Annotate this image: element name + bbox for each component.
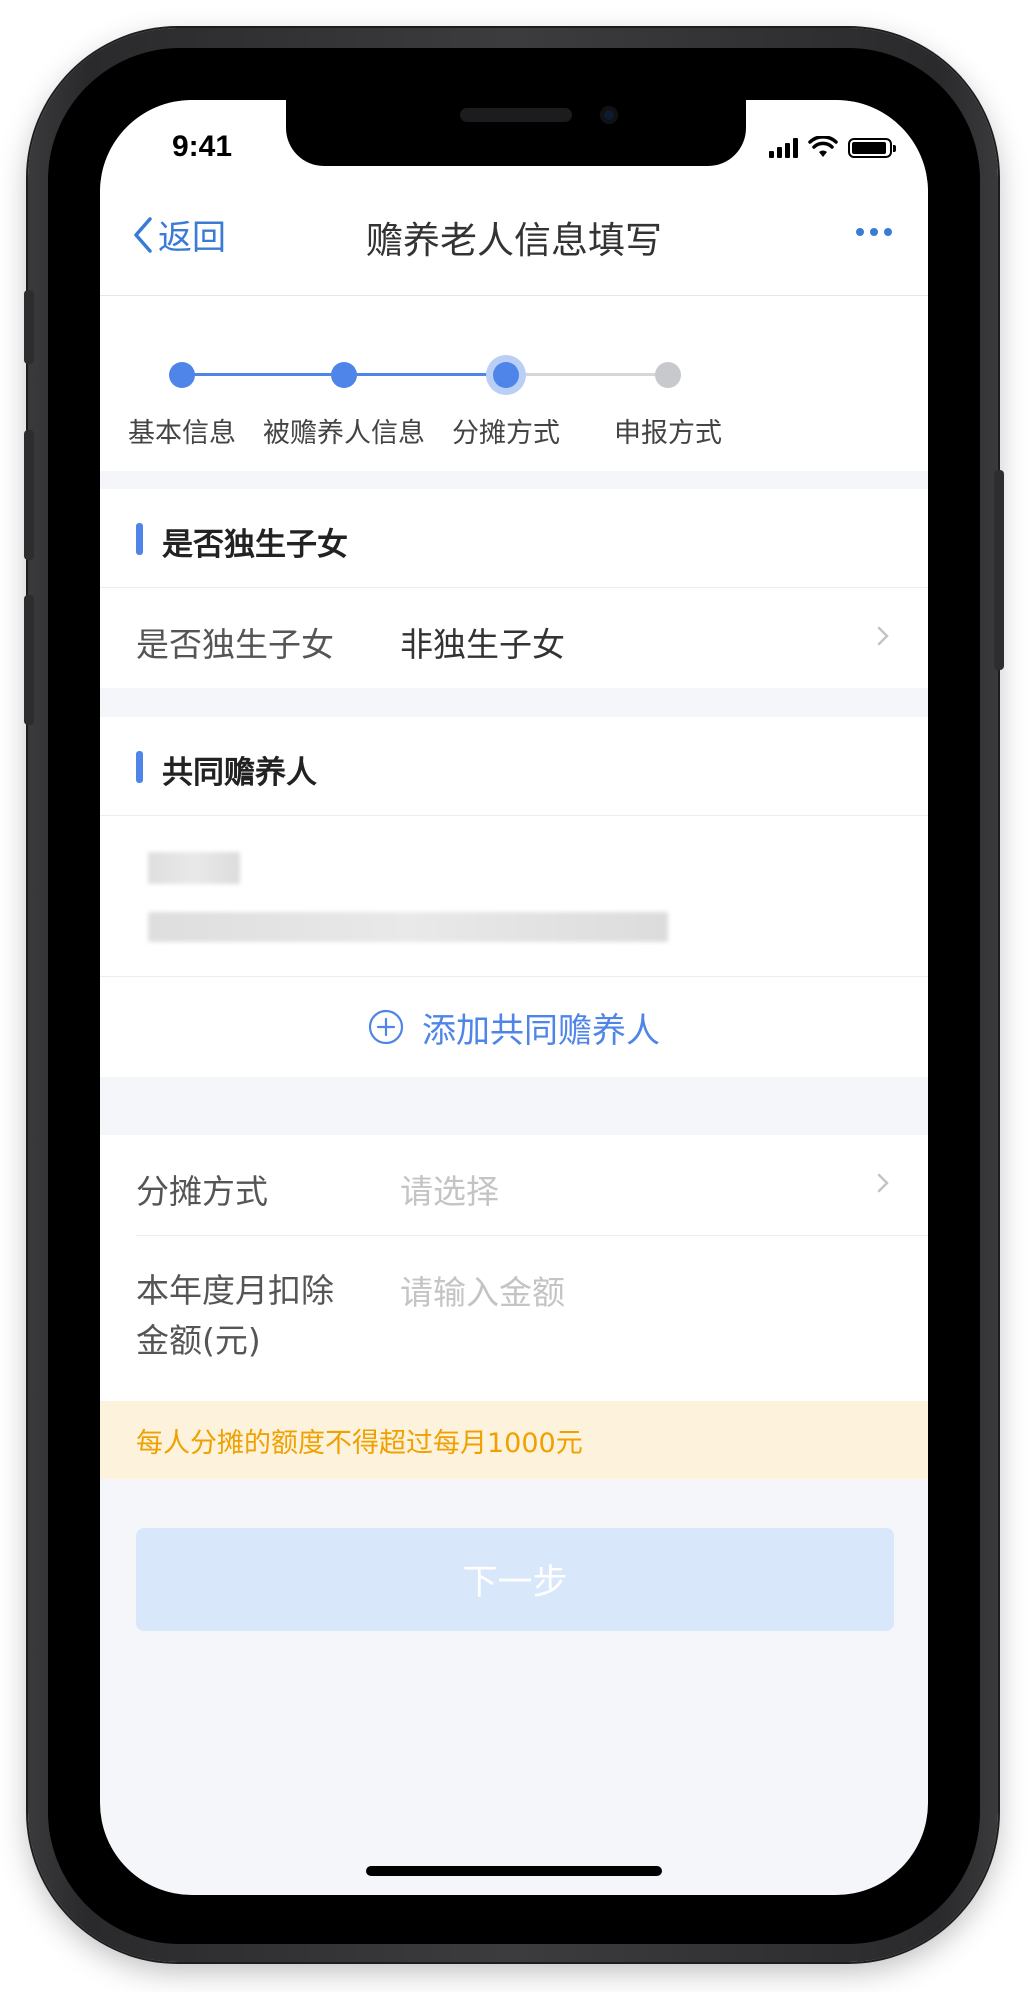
monthly-amount-label: 本年度月扣除 金额(元) bbox=[136, 1271, 334, 1360]
chevron-right-icon bbox=[877, 1173, 889, 1193]
add-co-supporter-label: 添加共同赡养人 bbox=[422, 1010, 660, 1051]
redacted-id bbox=[148, 912, 668, 942]
add-co-supporter-button[interactable]: 添加共同赡养人 bbox=[100, 976, 928, 1077]
power-button bbox=[994, 470, 1004, 670]
next-step-label: 下一步 bbox=[462, 1563, 568, 1603]
notch bbox=[286, 100, 746, 166]
only-child-row[interactable]: 是否独生子女 非独生子女 bbox=[100, 588, 928, 688]
section-title: 共同赡养人 bbox=[162, 755, 317, 791]
front-camera bbox=[600, 106, 618, 124]
only-child-value: 非独生子女 bbox=[400, 625, 565, 664]
co-supporter-entry-redacted[interactable] bbox=[100, 816, 928, 976]
monthly-amount-row: 本年度月扣除 金额(元) 请输入金额 bbox=[100, 1236, 928, 1386]
step-dot-2 bbox=[331, 362, 357, 388]
volume-down-button bbox=[24, 595, 34, 725]
section-header: 是否独生子女 bbox=[100, 489, 928, 588]
step-dot-4 bbox=[655, 362, 681, 388]
speaker-grille bbox=[460, 108, 572, 122]
step-label-4: 申报方式 bbox=[614, 418, 722, 449]
progress-stepper: 基本信息 被赡养人信息 分摊方式 申报方式 bbox=[100, 296, 928, 471]
navigation-bar: 返回 赡养老人信息填写 bbox=[100, 180, 928, 296]
step-line-pending bbox=[506, 373, 668, 376]
status-icons bbox=[769, 136, 896, 158]
section-title: 是否独生子女 bbox=[162, 527, 348, 563]
only-child-label: 是否独生子女 bbox=[136, 625, 334, 664]
limit-notice: 每人分摊的额度不得超过每月1000元 bbox=[100, 1401, 928, 1479]
redacted-name bbox=[148, 852, 240, 884]
battery-icon bbox=[848, 138, 896, 158]
more-options-icon[interactable] bbox=[856, 228, 892, 236]
step-dot-1 bbox=[169, 362, 195, 388]
chevron-right-icon bbox=[877, 626, 889, 646]
section-accent-bar bbox=[136, 523, 143, 555]
phone-screen: 9:41 返回 赡养老人信息填写 基本信息 被赡养人信息 分摊方式 申报方式 是… bbox=[100, 100, 928, 1895]
allocation-method-row[interactable]: 分摊方式 请选择 bbox=[136, 1135, 928, 1236]
section-header: 共同赡养人 bbox=[100, 717, 928, 816]
step-dot-3 bbox=[493, 362, 519, 388]
wifi-icon bbox=[808, 136, 838, 157]
allocation-section: 分摊方式 请选择 本年度月扣除 金额(元) 请输入金额 bbox=[100, 1135, 928, 1401]
page-title: 赡养老人信息填写 bbox=[366, 219, 662, 262]
only-child-section: 是否独生子女 是否独生子女 非独生子女 bbox=[100, 489, 928, 688]
status-time: 9:41 bbox=[172, 130, 233, 163]
monthly-amount-input[interactable]: 请输入金额 bbox=[400, 1266, 565, 1314]
allocation-method-label: 分摊方式 bbox=[136, 1172, 268, 1211]
cellular-signal-icon bbox=[769, 136, 798, 158]
plus-circle-icon bbox=[368, 1009, 404, 1045]
co-supporter-section: 共同赡养人 添加共同赡养人 bbox=[100, 717, 928, 1077]
home-indicator[interactable] bbox=[366, 1866, 662, 1876]
mute-switch bbox=[24, 290, 34, 364]
limit-notice-text: 每人分摊的额度不得超过每月1000元 bbox=[136, 1428, 583, 1459]
volume-up-button bbox=[24, 430, 34, 560]
section-accent-bar bbox=[136, 751, 143, 783]
allocation-method-select[interactable]: 请选择 bbox=[400, 1165, 499, 1213]
next-step-button[interactable]: 下一步 bbox=[136, 1528, 894, 1631]
